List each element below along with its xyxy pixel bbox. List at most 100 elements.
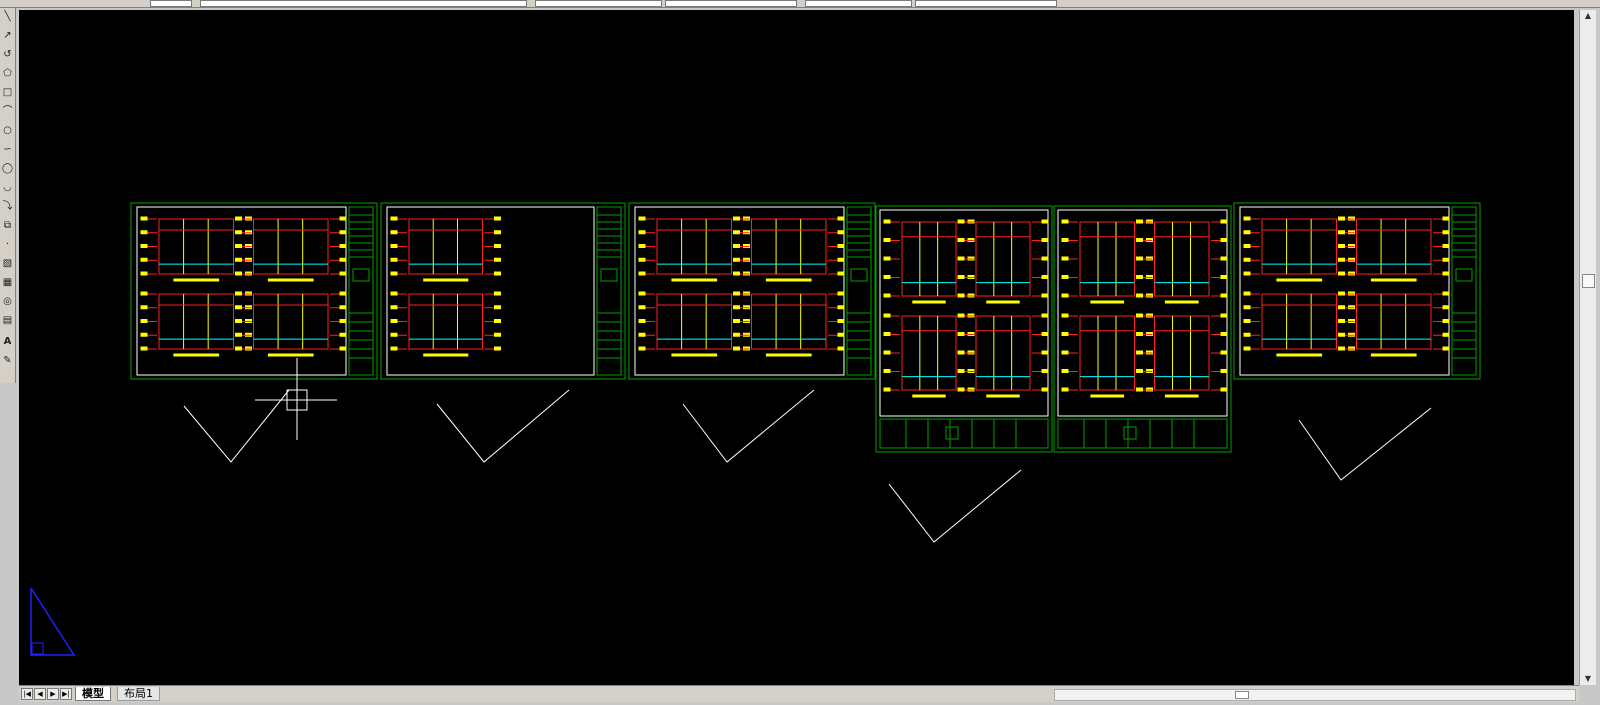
dimension-label: [390, 346, 398, 351]
dimension-label: [390, 271, 398, 276]
dimension-label: [1061, 313, 1069, 318]
dimension-label: [1061, 219, 1069, 224]
text-icon[interactable]: A: [1, 335, 14, 348]
elevation-outline: [158, 293, 234, 350]
elevation-outline: [751, 293, 827, 350]
elevation-caption: [1276, 278, 1323, 282]
color-dropdown[interactable]: [535, 0, 662, 7]
arc-icon[interactable]: ⌒: [1, 105, 14, 118]
dimension-label: [339, 332, 347, 337]
scroll-up-icon[interactable]: ▲: [1580, 10, 1596, 22]
dimension-label: [883, 350, 891, 355]
dimension-label: [733, 257, 740, 262]
ellipse-icon[interactable]: ◯: [1, 162, 14, 175]
insert-block-icon[interactable]: ⤵: [1, 200, 14, 213]
elevation-caption: [423, 353, 469, 357]
dimension-label: [1136, 369, 1143, 373]
lineweight-dropdown[interactable]: [805, 0, 912, 7]
dimension-label: [1220, 275, 1228, 279]
dimension-label: [494, 216, 501, 221]
toolbar-dropdown[interactable]: [150, 0, 192, 7]
ellipse-arc-icon[interactable]: ◡: [1, 181, 14, 194]
dimension-label: [494, 319, 501, 323]
dimension-label: [957, 387, 965, 392]
dimension-label: [1136, 387, 1143, 392]
dimension-label: [957, 238, 965, 242]
line-icon[interactable]: ╲: [1, 10, 14, 23]
rectangle-icon[interactable]: □: [1, 86, 14, 99]
dimension-label: [339, 230, 347, 235]
scroll-thumb[interactable]: [1582, 274, 1595, 288]
dimension-label: [1243, 216, 1251, 221]
gradient-icon[interactable]: ▦: [1, 276, 14, 289]
drawing-canvas[interactable]: [19, 10, 1574, 685]
dimension-label: [957, 332, 965, 336]
elevation-caption: [1370, 353, 1417, 357]
elevation-caption: [267, 278, 314, 282]
elevation-outline: [253, 293, 329, 350]
scroll-down-icon[interactable]: ▼: [1580, 673, 1596, 685]
dimension-label: [235, 244, 242, 248]
prev-tab-icon[interactable]: ◀: [34, 688, 46, 700]
next-tab-icon[interactable]: ▶: [47, 688, 59, 700]
vertical-scrollbar[interactable]: ▲ ▼: [1579, 10, 1596, 685]
horizontal-scrollbar[interactable]: [1054, 689, 1576, 701]
spline-icon[interactable]: ∽: [1, 143, 14, 156]
dimension-label: [883, 293, 891, 298]
last-tab-icon[interactable]: ▶|: [60, 688, 72, 700]
drawing-sheet: [380, 202, 626, 380]
hscroll-thumb[interactable]: [1235, 691, 1249, 699]
dimension-label: [1442, 332, 1450, 337]
elevation-outline: [1079, 221, 1135, 297]
top-toolbar: [0, 0, 1600, 8]
tab-model[interactable]: 模型: [75, 687, 111, 701]
dimension-label: [638, 216, 646, 221]
dimension-label: [339, 271, 347, 276]
dimension-label: [1442, 244, 1450, 248]
point-icon[interactable]: ·: [1, 238, 14, 251]
dimension-label: [638, 244, 646, 248]
dimension-label: [390, 230, 398, 235]
dimension-label: [837, 216, 845, 221]
dimension-label: [1136, 313, 1143, 318]
arrow-icon[interactable]: ↗: [1, 29, 14, 42]
elevation-caption: [986, 300, 1020, 304]
dimension-label: [1442, 257, 1450, 262]
elevation-outline: [901, 315, 957, 391]
make-block-icon[interactable]: ⧉: [1, 219, 14, 232]
undo-arc-icon[interactable]: ↺: [1, 48, 14, 61]
title-block-logo: [1455, 268, 1473, 282]
add-selected-icon[interactable]: ✎: [1, 354, 14, 367]
linetype-dropdown[interactable]: [665, 0, 797, 7]
dimension-label: [837, 230, 845, 235]
dimension-label: [957, 293, 965, 298]
dimension-label: [1338, 271, 1345, 276]
table-icon[interactable]: ▤: [1, 314, 14, 327]
dimension-label: [837, 346, 845, 351]
polygon-icon[interactable]: ⬠: [1, 67, 14, 80]
first-tab-icon[interactable]: |◀: [21, 688, 33, 700]
dimension-label: [883, 256, 891, 261]
circle-icon[interactable]: ○: [1, 124, 14, 137]
dimension-label: [1442, 216, 1450, 221]
layer-dropdown[interactable]: [200, 0, 527, 7]
dimension-label: [235, 230, 242, 235]
elevation-caption: [765, 353, 812, 357]
region-icon[interactable]: ◎: [1, 295, 14, 308]
dimension-label: [1041, 219, 1049, 224]
dimension-label: [1136, 350, 1143, 355]
elevation-outline: [1261, 218, 1337, 275]
elevation-caption: [173, 353, 220, 357]
dimension-label: [1136, 256, 1143, 261]
model-space-drawing[interactable]: [19, 10, 1574, 685]
elevation-outline: [1261, 293, 1337, 350]
dimension-label: [1220, 332, 1228, 336]
tab-layout1[interactable]: 布局1: [117, 687, 160, 701]
title-block: [348, 206, 374, 376]
title-block: [846, 206, 872, 376]
dimension-label: [140, 319, 148, 323]
dimension-label: [1061, 275, 1069, 279]
hatch-icon[interactable]: ▧: [1, 257, 14, 270]
elevation-outline: [1356, 218, 1432, 275]
plotstyle-dropdown[interactable]: [915, 0, 1057, 7]
